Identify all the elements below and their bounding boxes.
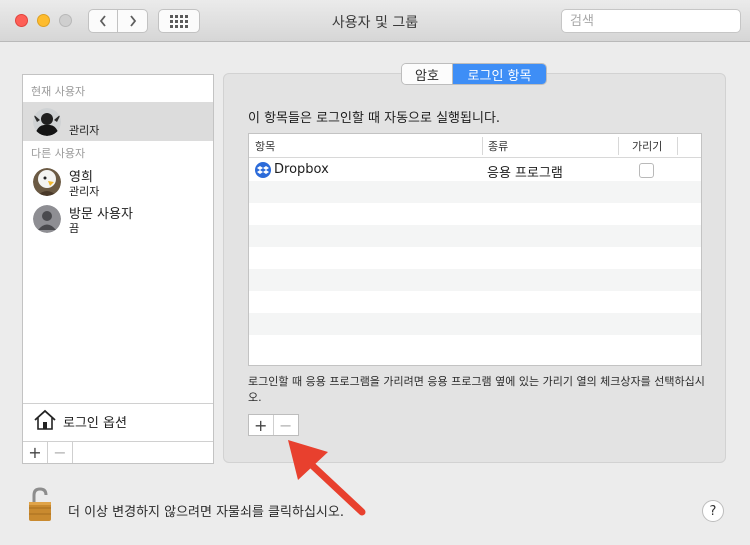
tab-login-items[interactable]: 로그인 항목 <box>453 64 546 84</box>
user-role: 관리자 <box>69 185 100 198</box>
item-kind: 응용 프로그램 <box>487 166 563 181</box>
add-user-button[interactable]: + <box>23 442 48 463</box>
title-bar: 사용자 및 그룹 <box>0 0 750 42</box>
guest-user-status: 끔 <box>69 222 80 235</box>
system-preferences-window: 사용자 및 그룹 현재 사용자 관리자 <box>0 0 750 545</box>
item-name: Dropbox <box>274 162 329 177</box>
padlock-icon[interactable] <box>26 486 54 524</box>
login-options-item[interactable]: 로그인 옵션 <box>23 403 213 437</box>
table-row <box>249 269 701 291</box>
hide-help-text: 로그인할 때 응용 프로그램을 가리려면 응용 프로그램 옆에 있는 가리기 열… <box>248 375 705 404</box>
table-row[interactable]: Dropbox 응용 프로그램 <box>249 159 701 181</box>
help-button[interactable]: ? <box>702 500 724 522</box>
column-header-item[interactable]: 항목 <box>255 138 275 154</box>
hide-checkbox[interactable] <box>639 163 654 178</box>
tab-password[interactable]: 암호 <box>402 64 453 84</box>
table-row <box>249 335 701 357</box>
table-row <box>249 203 701 225</box>
search-field[interactable] <box>561 9 744 33</box>
search-input[interactable] <box>566 13 744 29</box>
sidebar-add-remove-bar: + − <box>23 441 213 463</box>
column-divider <box>677 137 678 155</box>
login-items-description: 이 항목들은 로그인할 때 자동으로 실행됩니다. <box>248 111 501 126</box>
table-row <box>249 313 701 335</box>
sidebar-item-current-user[interactable]: 관리자 <box>23 102 213 141</box>
sidebar-item-user[interactable]: 영희 관리자 <box>23 163 213 201</box>
login-items-table: 항목 종류 가리기 Dropbox 응용 프로그램 <box>248 133 702 366</box>
column-divider <box>618 137 619 155</box>
table-row <box>249 291 701 313</box>
column-divider <box>482 137 483 155</box>
table-header: 항목 종류 가리기 <box>249 134 701 158</box>
dropbox-icon <box>255 162 271 178</box>
users-sidebar: 현재 사용자 관리자 다른 사용자 영희 관리자 방문 사용자 끔 로그인 옵션… <box>22 74 214 464</box>
table-row <box>249 181 701 203</box>
table-row <box>249 225 701 247</box>
column-header-kind[interactable]: 종류 <box>488 138 508 154</box>
other-users-header: 다른 사용자 <box>31 147 86 160</box>
house-icon <box>34 409 56 430</box>
lock-instruction-text: 더 이상 변경하지 않으려면 자물쇠를 클릭하십시오. <box>68 505 344 520</box>
admin-avatar <box>33 108 61 136</box>
column-header-hide[interactable]: 가리기 <box>632 138 662 154</box>
login-options-label: 로그인 옵션 <box>63 416 127 431</box>
tab-bar: 암호 로그인 항목 <box>401 63 547 85</box>
eagle-avatar <box>33 168 61 196</box>
table-row <box>249 247 701 269</box>
remove-user-button[interactable]: − <box>48 442 73 463</box>
current-user-header: 현재 사용자 <box>31 85 86 98</box>
sidebar-item-guest-user[interactable]: 방문 사용자 끔 <box>23 201 213 239</box>
current-user-role: 관리자 <box>69 124 100 137</box>
guest-avatar <box>33 205 61 233</box>
